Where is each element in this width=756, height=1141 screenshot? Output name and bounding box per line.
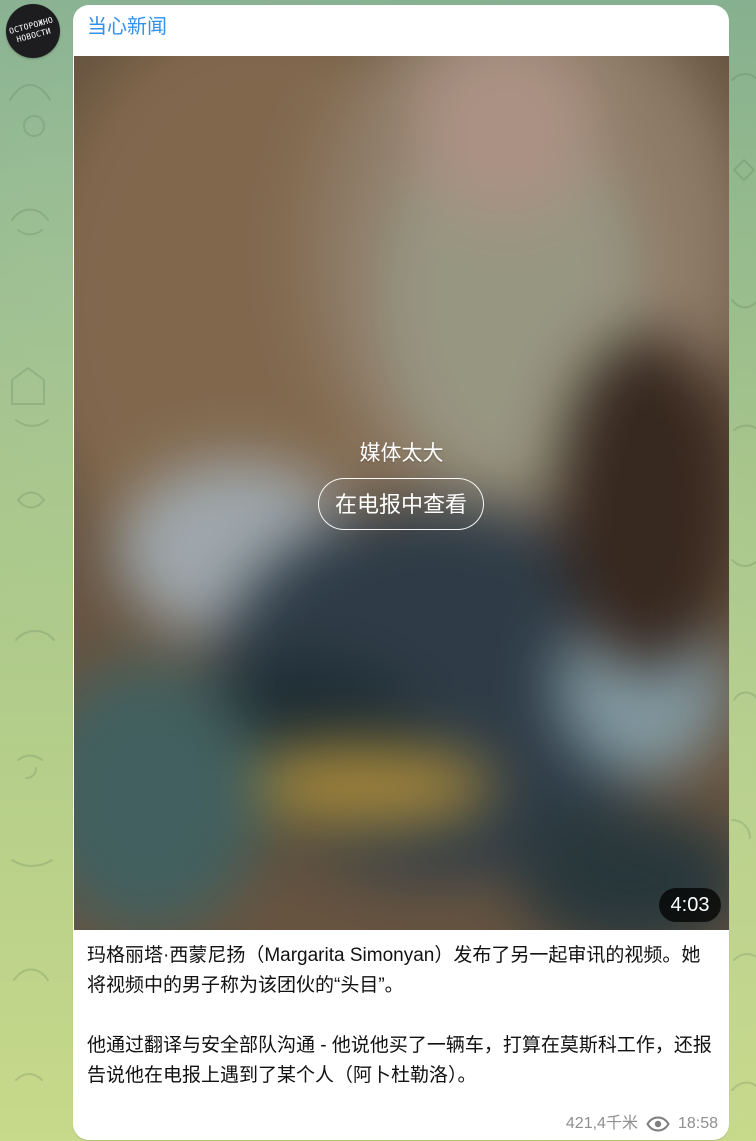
post-text: 玛格丽塔·西蒙尼扬（Margarita Simonyan）发布了另一起审讯的视频… (87, 941, 719, 1091)
views-count: 421,4千米 (565, 1115, 638, 1132)
post-paragraph-2: 他通过翻译与安全部队沟通 - 他说他买了一辆车，打算在莫斯科工作，还报告说他在电… (87, 1035, 712, 1086)
post-paragraph-1: 玛格丽塔·西蒙尼扬（Margarita Simonyan）发布了另一起审讯的视频… (87, 945, 701, 996)
message-bubble: 当心新闻 媒体太大 在电报中查看 4:03 玛格丽塔·西蒙尼扬（Margarit… (73, 5, 729, 1140)
eye-icon (646, 1116, 670, 1132)
channel-name[interactable]: 当心新闻 (87, 15, 167, 39)
media-preview[interactable]: 媒体太大 在电报中查看 4:03 (74, 56, 729, 930)
message-time: 18:58 (677, 1115, 718, 1132)
view-in-telegram-button[interactable]: 在电报中查看 (318, 478, 484, 530)
media-too-large-label: 媒体太大 (359, 442, 444, 465)
channel-avatar[interactable]: ОСТОРОЖНО НОВОСТИ (6, 4, 60, 58)
message-meta: 421,4千米 18:58 (566, 1114, 718, 1134)
video-duration: 4:03 (659, 888, 721, 922)
avatar-text: ОСТОРОЖНО НОВОСТИ (8, 15, 55, 45)
